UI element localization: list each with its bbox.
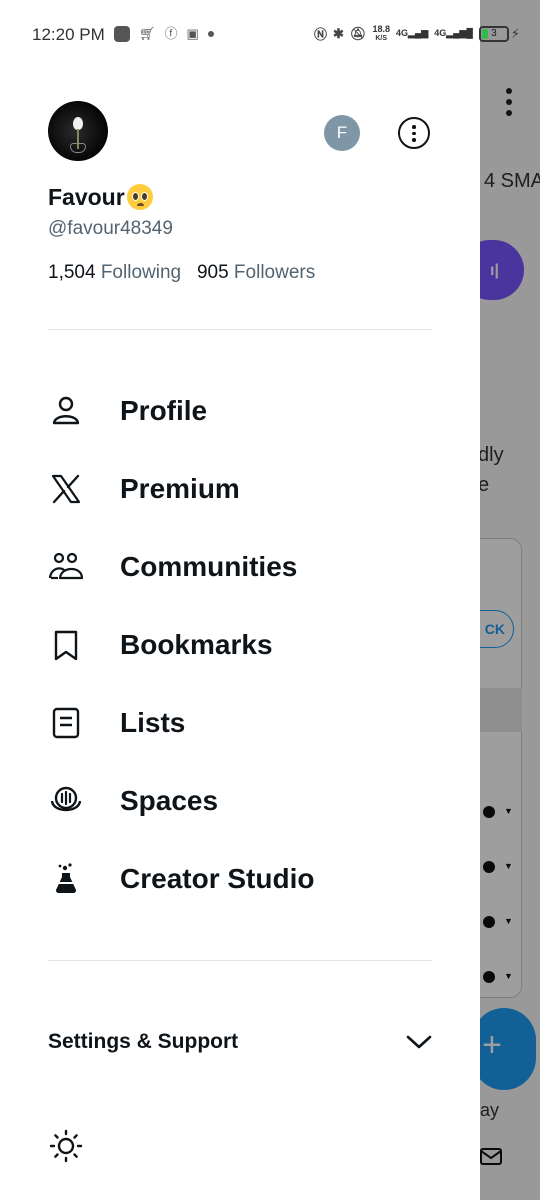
following-link[interactable]: 1,504 Following <box>48 262 181 283</box>
chevron-down-icon <box>406 1035 432 1049</box>
system-icons: Ⓝ ✱ 🔕︎ 18.8 K/S 4G▂▄▆ 4G▂▄▆█ 3 ⚡︎ <box>314 24 520 43</box>
status-time: 12:20 PM <box>32 25 105 44</box>
spaces-icon <box>50 786 82 812</box>
facebook-icon: ⓕ <box>164 26 178 41</box>
charging-icon: ⚡︎ <box>510 25 520 41</box>
settings-support-label: Settings & Support <box>48 1030 239 1053</box>
menu-label: Communities <box>120 551 298 582</box>
communities-icon <box>48 552 84 580</box>
bluetooth-icon: ✱ <box>333 25 344 41</box>
navigation-drawer: F Favour @favour48349 1,504 Following 90… <box>0 70 480 1200</box>
bookmark-icon <box>54 630 78 661</box>
menu-item-bookmarks[interactable]: Bookmarks <box>48 615 448 675</box>
display-name[interactable]: Favour <box>48 184 153 211</box>
creator-studio-icon <box>56 863 76 893</box>
display-name-text: Favour <box>48 184 125 210</box>
signal-1: 4G▂▄▆ <box>396 28 428 39</box>
menu-item-creator-studio[interactable]: Creator Studio <box>48 849 448 909</box>
drawer-scrim[interactable] <box>480 0 540 1200</box>
battery-icon: 3 <box>478 25 509 42</box>
menu-label: Spaces <box>120 785 219 816</box>
menu-item-communities[interactable]: Communities <box>48 537 448 597</box>
menu-item-lists[interactable]: Lists <box>48 693 448 753</box>
user-handle: @favour48349 <box>48 218 173 239</box>
network-speed-unit: K/S <box>375 34 388 42</box>
more-notifications-icon <box>207 31 214 37</box>
followers-label: Followers <box>233 262 316 283</box>
lists-icon <box>52 707 80 739</box>
followers-count: 905 <box>196 262 229 283</box>
network-type-2: 4G <box>434 28 447 38</box>
pleading-face-emoji-icon <box>126 184 153 210</box>
menu-item-spaces[interactable]: Spaces <box>48 771 448 831</box>
menu-item-premium[interactable]: Premium <box>48 459 448 519</box>
battery-level: 3 <box>491 27 497 39</box>
divider <box>48 960 432 961</box>
network-type-1: 4G <box>395 28 408 38</box>
divider <box>48 329 432 330</box>
signal-2: 4G▂▄▆█ <box>434 28 473 39</box>
account-switcher-button[interactable]: F <box>324 115 360 151</box>
person-icon <box>52 396 80 425</box>
network-speed: 18.8 K/S <box>372 23 390 43</box>
more-options-button[interactable] <box>398 117 430 149</box>
facebook-square-icon: ▣ <box>186 26 199 41</box>
signal-bars-icon: ▂▄▆ <box>407 28 429 38</box>
network-speed-value: 18.8 <box>372 23 390 34</box>
following-count: 1,504 <box>48 262 96 283</box>
settings-support-toggle[interactable]: Settings & Support <box>48 1026 432 1058</box>
account-initial: F <box>336 123 348 142</box>
following-label: Following <box>100 262 182 283</box>
followers-link[interactable]: 905 Followers <box>197 262 315 283</box>
menu-label: Profile <box>120 395 208 426</box>
signal-bars-icon: ▂▄▆█ <box>446 28 473 38</box>
follow-stats: 1,504 Following 905 Followers <box>48 262 315 284</box>
menu-label: Lists <box>120 707 186 738</box>
nfc-icon: Ⓝ <box>314 27 328 42</box>
x-logo-icon <box>51 474 81 504</box>
menu-label: Creator Studio <box>120 863 315 894</box>
avatar[interactable] <box>48 101 108 161</box>
menu-item-profile[interactable]: Profile <box>48 381 448 441</box>
menu-label: Bookmarks <box>120 629 273 660</box>
menu-label: Premium <box>120 473 240 504</box>
app-notification-icon <box>114 26 130 42</box>
theme-toggle-sun-icon[interactable] <box>48 1128 84 1164</box>
status-bar: 12:20 PM 🛒︎ ⓕ ▣ Ⓝ ✱ 🔕︎ 18.8 K/S 4G▂▄▆ 4G▂… <box>0 0 520 70</box>
shopping-cart-icon: 🛒︎ <box>139 26 156 41</box>
mute-icon: 🔕︎ <box>349 25 367 41</box>
notification-icons: 🛒︎ ⓕ ▣ <box>114 26 214 42</box>
